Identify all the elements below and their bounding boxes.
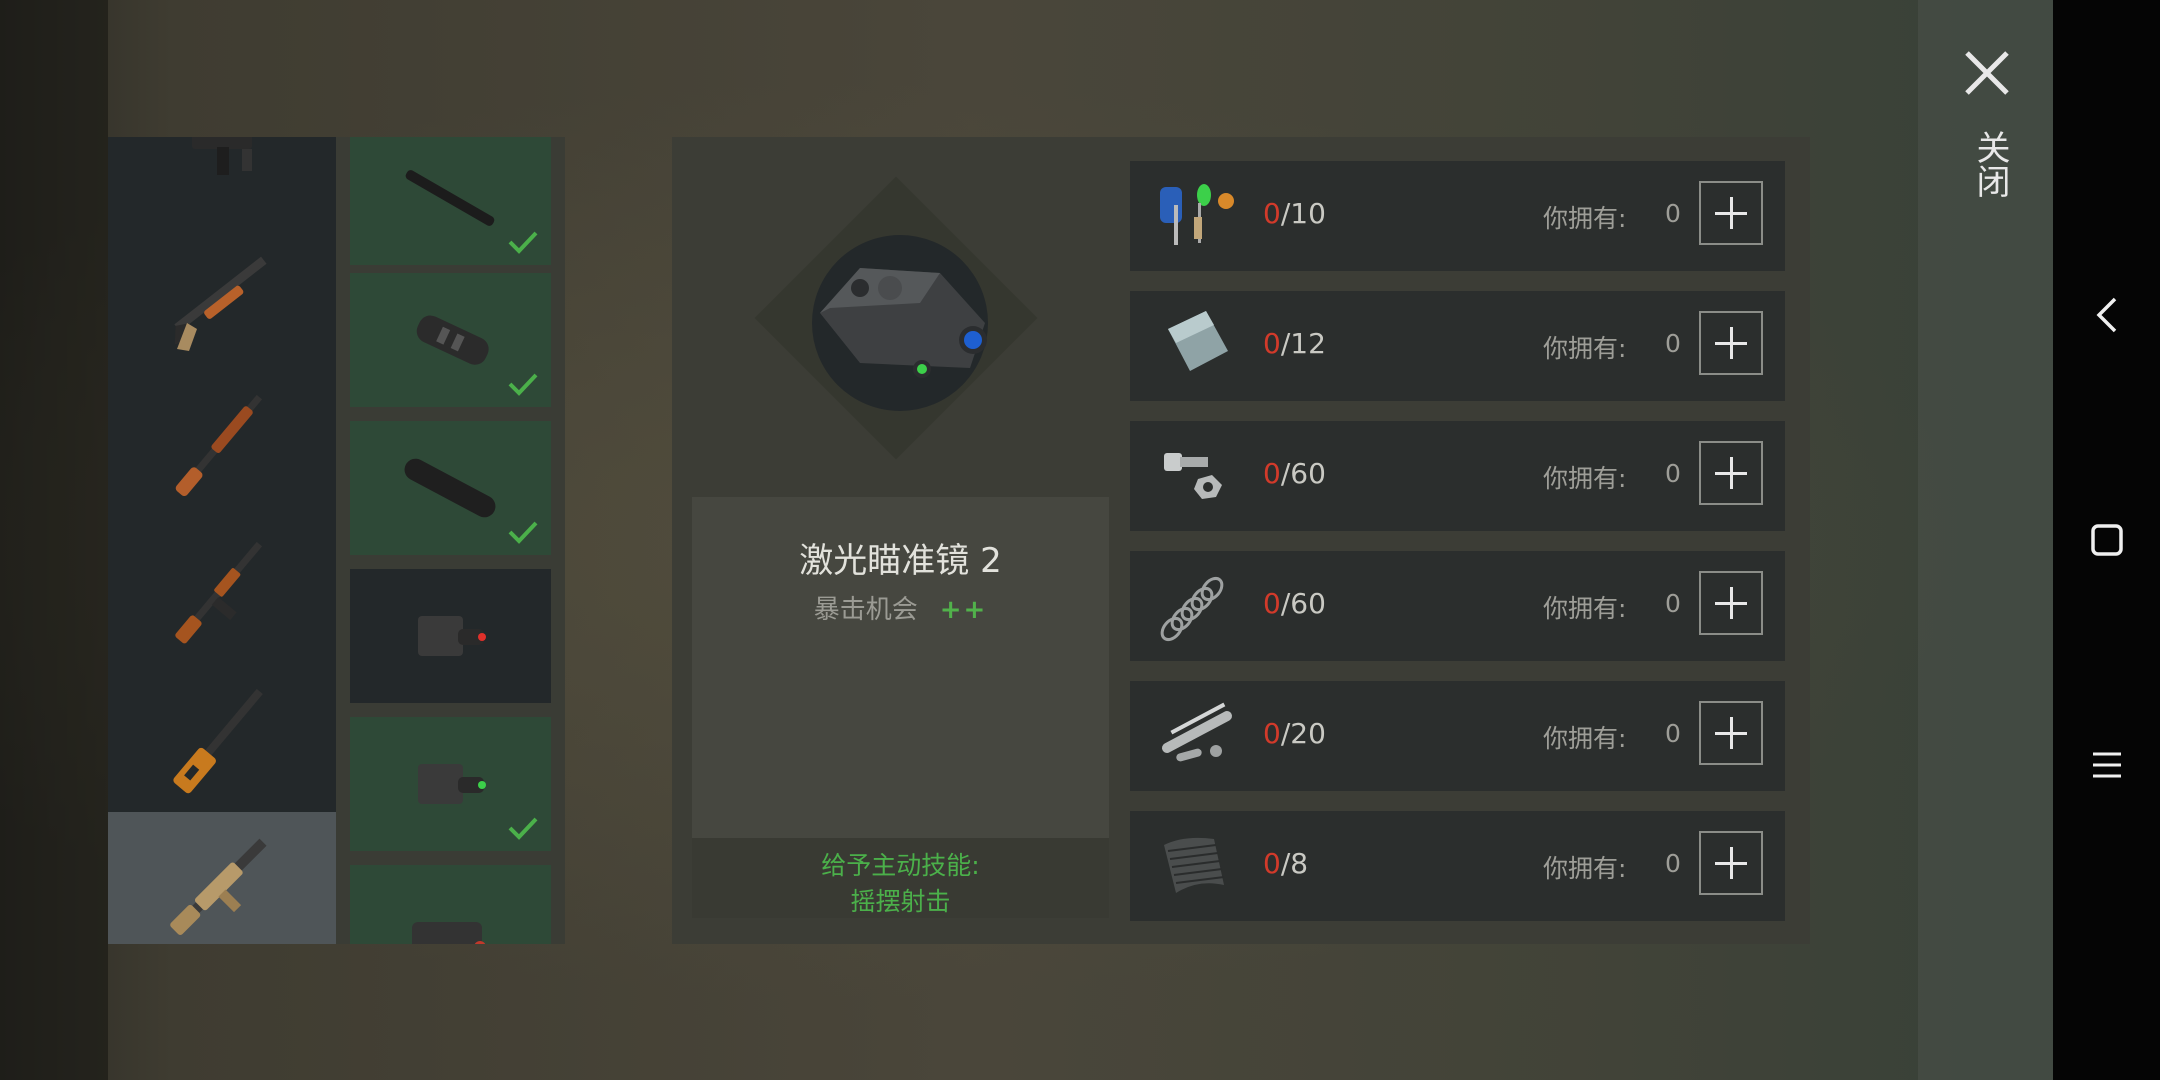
add-material-button[interactable]	[1699, 441, 1763, 505]
material-row: 0/60 你拥有: 0	[1130, 551, 1785, 661]
material-row: 0/10 你拥有: 0	[1130, 161, 1785, 271]
attachment-item-laser-green[interactable]	[350, 717, 551, 851]
material-count: 0/12	[1263, 327, 1326, 360]
laser-red-icon	[418, 616, 486, 656]
nav-menu-button[interactable]	[2053, 740, 2160, 790]
suppressor-icon	[404, 458, 496, 518]
material-count: 0/20	[1263, 717, 1326, 750]
owned-value: 0	[1665, 329, 1681, 358]
shotgun-icon	[174, 256, 267, 351]
bolt-nut-icon	[1164, 453, 1222, 499]
laser-green-icon	[418, 764, 486, 804]
menu-icon	[2092, 752, 2121, 778]
weapon-list[interactable]	[108, 137, 336, 944]
material-have: 0	[1263, 197, 1281, 230]
close-button-label[interactable]: 关闭	[1965, 130, 2010, 198]
owned-label: 你拥有:	[1543, 204, 1627, 233]
ak-rifle-icon	[175, 541, 263, 644]
nav-home-button[interactable]	[2053, 515, 2160, 565]
material-count: 0/60	[1263, 457, 1326, 490]
mesh-sheet-icon	[1164, 837, 1225, 893]
attachment-item-laser-red[interactable]	[350, 569, 551, 703]
material-need: /12	[1280, 327, 1326, 360]
skill-name: 摇摆射击	[850, 887, 951, 916]
owned-label: 你拥有:	[1543, 854, 1627, 883]
owned-value: 0	[1665, 459, 1681, 488]
metal-plate-icon	[1168, 311, 1228, 371]
material-have: 0	[1263, 327, 1281, 360]
check-icon	[508, 373, 538, 396]
material-have: 0	[1263, 457, 1281, 490]
nav-back-button[interactable]	[2053, 290, 2160, 340]
vss-rifle-icon	[173, 688, 263, 794]
stat-label: 暴击机会	[813, 595, 918, 625]
attachment-item-compensator[interactable]	[350, 273, 551, 407]
stat-value: ++	[939, 595, 988, 625]
skill-box: 给予主动技能: 摇摆射击	[692, 838, 1109, 918]
owned-label: 你拥有:	[1543, 594, 1627, 623]
compensator-icon	[416, 315, 489, 365]
add-material-button[interactable]	[1699, 311, 1763, 375]
system-nav-bar	[2053, 0, 2160, 1080]
weapon-item-ak[interactable]	[108, 517, 336, 665]
scar-rifle-icon	[170, 838, 267, 935]
add-material-button[interactable]	[1699, 571, 1763, 635]
lever-rifle-icon	[175, 394, 263, 497]
owned-label: 你拥有:	[1543, 724, 1627, 753]
item-name: 激光瞄准镜 2	[799, 541, 1002, 581]
owned-value: 0	[1665, 719, 1681, 748]
game-background: 激光瞄准镜 2 暴击机会 ++ 给予主动技能: 摇摆射击 0/10 你拥有: 0 …	[0, 0, 2160, 1080]
material-have: 0	[1263, 847, 1281, 880]
material-row: 0/60 你拥有: 0	[1130, 421, 1785, 531]
weapon-item-vss[interactable]	[108, 664, 336, 812]
smg-icon	[192, 137, 252, 175]
spring-icon	[1160, 576, 1224, 642]
barrel-icon	[405, 170, 495, 226]
close-icon[interactable]	[1962, 48, 2012, 98]
background-shade	[0, 0, 108, 1080]
weapon-item-scar[interactable]	[108, 812, 336, 944]
check-icon	[508, 521, 538, 544]
owned-label: 你拥有:	[1543, 334, 1627, 363]
owned-label: 你拥有:	[1543, 464, 1627, 493]
owned-value: 0	[1665, 849, 1681, 878]
pipe-parts-icon	[1161, 702, 1233, 762]
laser-sight-icon	[812, 235, 988, 411]
material-row: 0/12 你拥有: 0	[1130, 291, 1785, 401]
check-icon	[508, 817, 538, 840]
material-count: 0/8	[1263, 847, 1308, 880]
attachment-item-suppressor[interactable]	[350, 421, 551, 555]
owned-value: 0	[1665, 199, 1681, 228]
material-need: /20	[1280, 717, 1326, 750]
material-need: /60	[1280, 587, 1326, 620]
material-need: /8	[1280, 847, 1309, 880]
material-row: 0/8 你拥有: 0	[1130, 811, 1785, 921]
add-material-button[interactable]	[1699, 831, 1763, 895]
back-icon	[2096, 297, 2116, 333]
weapon-item-shotgun[interactable]	[108, 222, 336, 370]
weapon-item-smg[interactable]	[108, 137, 336, 215]
electronics-icon	[1160, 184, 1234, 245]
material-have: 0	[1263, 717, 1281, 750]
material-need: /60	[1280, 457, 1326, 490]
attachment-list[interactable]	[336, 137, 565, 944]
check-icon	[508, 231, 538, 254]
material-have: 0	[1263, 587, 1281, 620]
skill-title: 给予主动技能:	[821, 851, 980, 880]
item-stat: 暴击机会 ++	[692, 589, 1109, 626]
selection-pointer	[315, 862, 335, 894]
attachment-item-barrel[interactable]	[350, 137, 551, 265]
owned-value: 0	[1665, 589, 1681, 618]
material-row: 0/20 你拥有: 0	[1130, 681, 1785, 791]
home-icon	[2090, 524, 2123, 556]
add-material-button[interactable]	[1699, 181, 1763, 245]
material-count: 0/60	[1263, 587, 1326, 620]
laser-box-icon	[412, 922, 486, 944]
material-need: /10	[1280, 197, 1326, 230]
weapon-item-lever-rifle[interactable]	[108, 370, 336, 518]
material-count: 0/10	[1263, 197, 1326, 230]
attachment-item-laser-box[interactable]	[350, 865, 551, 944]
add-material-button[interactable]	[1699, 701, 1763, 765]
